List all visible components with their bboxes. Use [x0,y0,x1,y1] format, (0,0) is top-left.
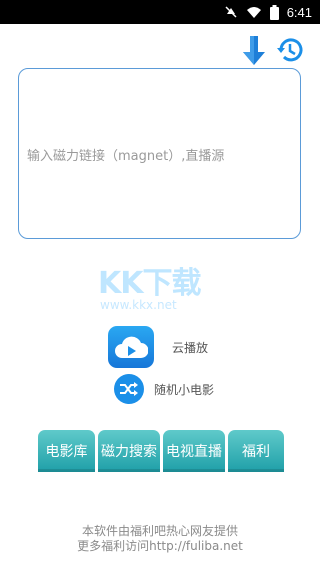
footer-credit: 本软件由福利吧热心网友提供 [81,524,238,538]
magnet-link-input[interactable] [19,69,300,238]
cloud-play-icon [108,326,154,368]
status-time: 6:41 [286,4,312,20]
watermark-logo-text: KK下载 [98,266,201,301]
watermark-logo: KK下载 www.kkx.net [98,258,222,316]
random-movie-label: 随机小电影 [154,382,215,397]
battery-icon [269,4,279,20]
status-bar: 6:41 [0,0,320,24]
shuffle-icon [114,374,144,404]
footer: 本软件由福利吧热心网友提供 更多福利访问http://fuliba.net [0,524,320,554]
cloud-play-item[interactable]: 云播放 [108,326,208,368]
magnet-input-box[interactable] [18,68,301,239]
download-arrow-icon [243,36,265,65]
status-icons: 6:41 [224,0,312,24]
cloud-play-label: 云播放 [172,340,209,355]
download-button[interactable] [241,36,267,66]
wifi-icon [246,7,261,18]
history-button[interactable] [276,36,304,64]
footer-link: 更多福利访问http://fuliba.net [77,539,243,553]
mute-icon [225,6,237,18]
tab-tv-live[interactable]: 电视直播 [163,430,225,472]
history-clock-icon [277,38,303,62]
tab-movie-library[interactable]: 电影库 [38,430,95,472]
tab-welfare[interactable]: 福利 [228,430,284,472]
watermark-url: www.kkx.net [100,298,177,312]
random-movie-item[interactable]: 随机小电影 [114,373,214,405]
tab-magnet-search[interactable]: 磁力搜索 [98,430,160,472]
nav-tabs: 电影库 磁力搜索 电视直播 福利 [38,430,287,472]
